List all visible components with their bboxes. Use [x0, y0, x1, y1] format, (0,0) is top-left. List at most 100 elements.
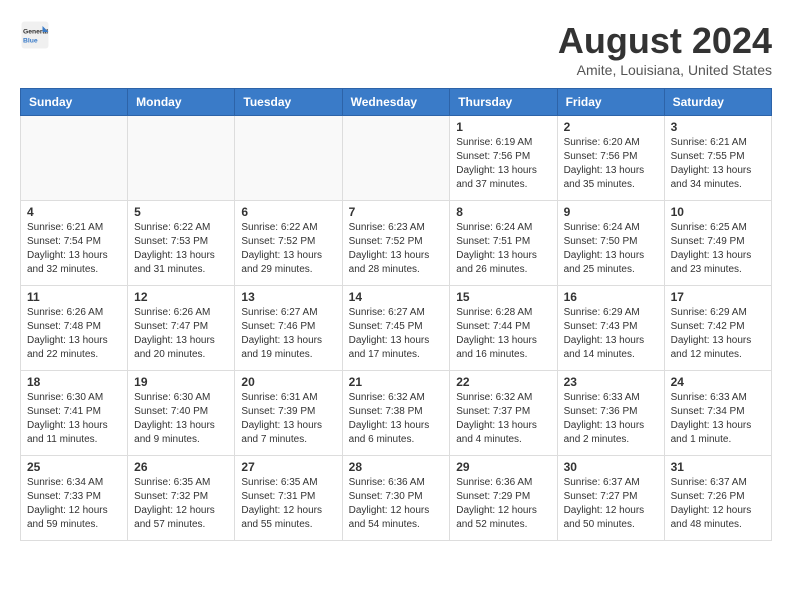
day-number: 9	[564, 205, 658, 219]
header-thursday: Thursday	[450, 89, 557, 116]
day-number: 30	[564, 460, 658, 474]
table-row: 15 Sunrise: 6:28 AM Sunset: 7:44 PM Dayli…	[450, 286, 557, 371]
day-info: Sunrise: 6:24 AM Sunset: 7:50 PM Dayligh…	[564, 221, 658, 277]
table-row: 5Sunrise: 6:22 AM Sunset: 7:53 PM Daylig…	[128, 201, 235, 286]
day-number: 24	[671, 375, 765, 389]
table-row	[235, 116, 342, 201]
header-friday: Friday	[557, 89, 664, 116]
table-row: 29 Sunrise: 6:36 AM Sunset: 7:29 PM Dayli…	[450, 456, 557, 541]
day-number: 6	[241, 205, 335, 219]
day-info: Sunrise: 6:28 AM Sunset: 7:44 PM Dayligh…	[456, 306, 550, 362]
header-monday: Monday	[128, 89, 235, 116]
table-row: 8 Sunrise: 6:24 AM Sunset: 7:51 PM Daylig…	[450, 201, 557, 286]
table-row: 18Sunrise: 6:30 AM Sunset: 7:41 PM Dayli…	[21, 371, 128, 456]
day-number: 31	[671, 460, 765, 474]
day-number: 27	[241, 460, 335, 474]
day-info: Sunrise: 6:36 AM Sunset: 7:30 PM Dayligh…	[349, 476, 444, 532]
table-row: 1 Sunrise: 6:19 AM Sunset: 7:56 PM Daylig…	[450, 116, 557, 201]
table-row: 11Sunrise: 6:26 AM Sunset: 7:48 PM Dayli…	[21, 286, 128, 371]
table-row: 20 Sunrise: 6:31 AM Sunset: 7:39 PM Dayli…	[235, 371, 342, 456]
table-row: 30 Sunrise: 6:37 AM Sunset: 7:27 PM Dayli…	[557, 456, 664, 541]
table-row: 31 Sunrise: 6:37 AM Sunset: 7:26 PM Dayli…	[664, 456, 771, 541]
day-number: 1	[456, 120, 550, 134]
day-info: Sunrise: 6:26 AM Sunset: 7:47 PM Dayligh…	[134, 306, 228, 362]
calendar-table: Sunday Monday Tuesday Wednesday Thursday…	[20, 88, 772, 541]
table-row: 9 Sunrise: 6:24 AM Sunset: 7:50 PM Daylig…	[557, 201, 664, 286]
page-header: General Blue August 2024 Amite, Louisian…	[20, 20, 772, 78]
title-section: August 2024 Amite, Louisiana, United Sta…	[558, 20, 772, 78]
day-number: 20	[241, 375, 335, 389]
day-number: 29	[456, 460, 550, 474]
day-number: 13	[241, 290, 335, 304]
table-row: 23 Sunrise: 6:33 AM Sunset: 7:36 PM Dayli…	[557, 371, 664, 456]
table-row: 26 Sunrise: 6:35 AM Sunset: 7:32 PM Dayli…	[128, 456, 235, 541]
week-row-5: 25 Sunrise: 6:34 AM Sunset: 7:33 PM Dayli…	[21, 456, 772, 541]
logo: General Blue	[20, 20, 50, 50]
table-row: 22 Sunrise: 6:32 AM Sunset: 7:37 PM Dayli…	[450, 371, 557, 456]
logo-icon: General Blue	[20, 20, 50, 50]
table-row: 3Sunrise: 6:21 AM Sunset: 7:55 PM Daylig…	[664, 116, 771, 201]
day-number: 26	[134, 460, 228, 474]
day-info: Sunrise: 6:32 AM Sunset: 7:37 PM Dayligh…	[456, 391, 550, 447]
month-title: August 2024	[558, 20, 772, 62]
day-info: Sunrise: 6:30 AM Sunset: 7:41 PM Dayligh…	[27, 391, 121, 447]
day-number: 22	[456, 375, 550, 389]
day-info: Sunrise: 6:19 AM Sunset: 7:56 PM Dayligh…	[456, 136, 550, 192]
day-number: 23	[564, 375, 658, 389]
day-info: Sunrise: 6:27 AM Sunset: 7:46 PM Dayligh…	[241, 306, 335, 362]
week-row-1: 1 Sunrise: 6:19 AM Sunset: 7:56 PM Daylig…	[21, 116, 772, 201]
day-number: 21	[349, 375, 444, 389]
header-wednesday: Wednesday	[342, 89, 450, 116]
day-number: 5	[134, 205, 228, 219]
day-number: 8	[456, 205, 550, 219]
table-row: 16 Sunrise: 6:29 AM Sunset: 7:43 PM Dayli…	[557, 286, 664, 371]
day-info: Sunrise: 6:31 AM Sunset: 7:39 PM Dayligh…	[241, 391, 335, 447]
day-info: Sunrise: 6:37 AM Sunset: 7:26 PM Dayligh…	[671, 476, 765, 532]
day-info: Sunrise: 6:33 AM Sunset: 7:36 PM Dayligh…	[564, 391, 658, 447]
day-info: Sunrise: 6:34 AM Sunset: 7:33 PM Dayligh…	[27, 476, 121, 532]
day-info: Sunrise: 6:29 AM Sunset: 7:43 PM Dayligh…	[564, 306, 658, 362]
header-sunday: Sunday	[21, 89, 128, 116]
day-info: Sunrise: 6:27 AM Sunset: 7:45 PM Dayligh…	[349, 306, 444, 362]
day-info: Sunrise: 6:35 AM Sunset: 7:32 PM Dayligh…	[134, 476, 228, 532]
weekday-header-row: Sunday Monday Tuesday Wednesday Thursday…	[21, 89, 772, 116]
day-number: 25	[27, 460, 121, 474]
table-row: 28 Sunrise: 6:36 AM Sunset: 7:30 PM Dayli…	[342, 456, 450, 541]
svg-text:Blue: Blue	[23, 38, 38, 45]
table-row: 27 Sunrise: 6:35 AM Sunset: 7:31 PM Dayli…	[235, 456, 342, 541]
day-info: Sunrise: 6:22 AM Sunset: 7:52 PM Dayligh…	[241, 221, 335, 277]
header-tuesday: Tuesday	[235, 89, 342, 116]
day-number: 10	[671, 205, 765, 219]
day-info: Sunrise: 6:36 AM Sunset: 7:29 PM Dayligh…	[456, 476, 550, 532]
table-row	[342, 116, 450, 201]
week-row-4: 18Sunrise: 6:30 AM Sunset: 7:41 PM Dayli…	[21, 371, 772, 456]
day-info: Sunrise: 6:21 AM Sunset: 7:54 PM Dayligh…	[27, 221, 121, 277]
day-info: Sunrise: 6:23 AM Sunset: 7:52 PM Dayligh…	[349, 221, 444, 277]
week-row-2: 4 Sunrise: 6:21 AM Sunset: 7:54 PM Daylig…	[21, 201, 772, 286]
day-info: Sunrise: 6:29 AM Sunset: 7:42 PM Dayligh…	[671, 306, 765, 362]
table-row: 14 Sunrise: 6:27 AM Sunset: 7:45 PM Dayli…	[342, 286, 450, 371]
location: Amite, Louisiana, United States	[558, 62, 772, 78]
day-info: Sunrise: 6:25 AM Sunset: 7:49 PM Dayligh…	[671, 221, 765, 277]
day-info: Sunrise: 6:24 AM Sunset: 7:51 PM Dayligh…	[456, 221, 550, 277]
day-number: 15	[456, 290, 550, 304]
table-row: 7 Sunrise: 6:23 AM Sunset: 7:52 PM Daylig…	[342, 201, 450, 286]
day-info: Sunrise: 6:32 AM Sunset: 7:38 PM Dayligh…	[349, 391, 444, 447]
day-number: 14	[349, 290, 444, 304]
table-row: 4 Sunrise: 6:21 AM Sunset: 7:54 PM Daylig…	[21, 201, 128, 286]
day-number: 16	[564, 290, 658, 304]
day-number: 4	[27, 205, 121, 219]
week-row-3: 11Sunrise: 6:26 AM Sunset: 7:48 PM Dayli…	[21, 286, 772, 371]
table-row	[128, 116, 235, 201]
day-number: 7	[349, 205, 444, 219]
day-info: Sunrise: 6:35 AM Sunset: 7:31 PM Dayligh…	[241, 476, 335, 532]
day-number: 2	[564, 120, 658, 134]
day-info: Sunrise: 6:37 AM Sunset: 7:27 PM Dayligh…	[564, 476, 658, 532]
table-row: 25 Sunrise: 6:34 AM Sunset: 7:33 PM Dayli…	[21, 456, 128, 541]
day-info: Sunrise: 6:26 AM Sunset: 7:48 PM Dayligh…	[27, 306, 121, 362]
day-info: Sunrise: 6:20 AM Sunset: 7:56 PM Dayligh…	[564, 136, 658, 192]
table-row: 24Sunrise: 6:33 AM Sunset: 7:34 PM Dayli…	[664, 371, 771, 456]
header-saturday: Saturday	[664, 89, 771, 116]
day-number: 28	[349, 460, 444, 474]
day-info: Sunrise: 6:30 AM Sunset: 7:40 PM Dayligh…	[134, 391, 228, 447]
